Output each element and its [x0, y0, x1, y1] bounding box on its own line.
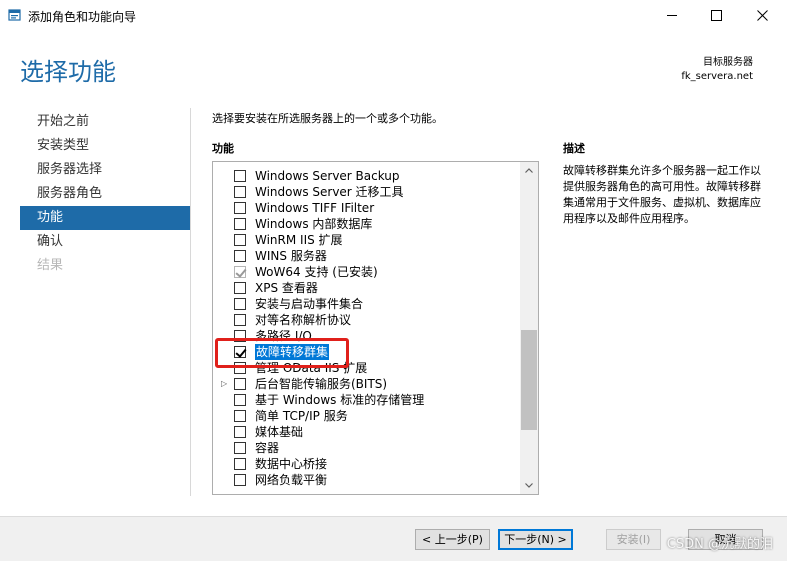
feature-checkbox[interactable] — [234, 346, 246, 358]
feature-checkbox[interactable] — [234, 234, 246, 246]
feature-checkbox[interactable] — [234, 170, 246, 182]
nav-item-server-selection[interactable]: 服务器选择 — [20, 158, 190, 182]
feature-row[interactable]: 简单 TCP/IP 服务 — [213, 408, 521, 424]
feature-checkbox[interactable] — [234, 474, 246, 486]
close-icon — [756, 10, 768, 21]
feature-row[interactable]: 安装与启动事件集合 — [213, 296, 521, 312]
feature-row[interactable]: 对等名称解析协议 — [213, 312, 521, 328]
maximize-icon — [710, 10, 722, 21]
feature-checkbox[interactable] — [234, 330, 246, 342]
feature-checkbox[interactable] — [234, 410, 246, 422]
feature-checkbox[interactable] — [234, 378, 246, 390]
description-text: 故障转移群集允许多个服务器一起工作以提供服务器角色的高可用性。故障转移群集通常用… — [563, 164, 761, 225]
feature-label: 故障转移群集 — [255, 344, 330, 360]
close-button[interactable] — [739, 0, 785, 31]
features-rows: Windows Server Backup Windows Server 迁移工具… — [213, 168, 521, 488]
feature-label: 网络负载平衡 — [255, 473, 328, 487]
minimize-button[interactable] — [649, 0, 695, 31]
previous-button[interactable]: < 上一步(P) — [415, 529, 490, 550]
feature-checkbox[interactable] — [234, 298, 246, 310]
destination-server-name: fk_servera.net — [681, 71, 753, 82]
destination-server: 目标服务器 fk_servera.net — [681, 56, 753, 84]
feature-checkbox — [234, 266, 246, 278]
feature-label: WinRM IIS 扩展 — [255, 233, 343, 247]
feature-checkbox[interactable] — [234, 314, 246, 326]
nav-item-results: 结果 — [37, 258, 64, 273]
feature-label: 容器 — [255, 441, 280, 455]
feature-label: 简单 TCP/IP 服务 — [255, 409, 348, 423]
feature-label: Windows Server 迁移工具 — [255, 185, 404, 199]
feature-row[interactable]: 基于 Windows 标准的存储管理 — [213, 392, 521, 408]
feature-label: 对等名称解析协议 — [255, 313, 352, 327]
feature-checkbox[interactable] — [234, 362, 246, 374]
feature-checkbox[interactable] — [234, 250, 246, 262]
feature-row[interactable]: WoW64 支持 (已安装) — [213, 264, 521, 280]
features-scrollbar[interactable] — [520, 162, 538, 494]
feature-checkbox[interactable] — [234, 426, 246, 438]
watermark: CSDN @沉默的泪 — [666, 537, 773, 552]
chevron-down-icon — [525, 483, 533, 488]
description-heading: 描述 — [563, 142, 585, 155]
feature-row[interactable]: 多路径 I/O — [213, 328, 521, 344]
feature-label: WoW64 支持 (已安装) — [255, 265, 378, 279]
nav-item-features[interactable]: 功能 — [20, 206, 190, 230]
feature-label: Windows 内部数据库 — [255, 217, 373, 231]
features-list[interactable]: Windows Server Backup Windows Server 迁移工具… — [212, 161, 539, 495]
destination-server-label: 目标服务器 — [703, 57, 753, 68]
title-bar: 添加角色和功能向导 — [0, 0, 787, 31]
nav-item-installation-type[interactable]: 安装类型 — [20, 134, 190, 158]
feature-label: 后台智能传输服务(BITS) — [255, 377, 388, 391]
feature-row[interactable]: WinRM IIS 扩展 — [213, 232, 521, 248]
feature-row[interactable]: 管理 OData IIS 扩展 — [213, 360, 521, 376]
feature-checkbox[interactable] — [234, 186, 246, 198]
feature-checkbox[interactable] — [234, 282, 246, 294]
scroll-down-arrow[interactable] — [520, 477, 538, 494]
feature-label: 基于 Windows 标准的存储管理 — [255, 393, 425, 407]
feature-label: Windows Server Backup — [255, 169, 400, 183]
features-heading: 功能 — [212, 142, 234, 155]
feature-label: 管理 OData IIS 扩展 — [255, 361, 368, 375]
feature-checkbox[interactable] — [234, 442, 246, 454]
feature-row[interactable]: 容器 — [213, 440, 521, 456]
feature-checkbox[interactable] — [234, 458, 246, 470]
window-title: 添加角色和功能向导 — [28, 10, 137, 24]
feature-label: 媒体基础 — [255, 425, 304, 439]
feature-checkbox[interactable] — [234, 218, 246, 230]
feature-label: 多路径 I/O — [255, 329, 312, 343]
install-button: 安装(I) — [606, 529, 661, 550]
minimize-icon — [666, 15, 677, 16]
feature-label: WINS 服务器 — [255, 249, 327, 263]
nav-item-server-roles[interactable]: 服务器角色 — [20, 182, 190, 206]
page-title: 选择功能 — [20, 58, 116, 86]
feature-label: Windows TIFF IFilter — [255, 201, 375, 215]
feature-row[interactable]: XPS 查看器 — [213, 280, 521, 296]
feature-label: XPS 查看器 — [255, 281, 318, 295]
scroll-up-arrow[interactable] — [520, 162, 538, 179]
server-manager-icon — [8, 9, 21, 21]
feature-checkbox[interactable] — [234, 202, 246, 214]
feature-row[interactable]: Windows 内部数据库 — [213, 216, 521, 232]
feature-row[interactable]: 故障转移群集 — [213, 344, 521, 360]
nav-item-confirmation[interactable]: 确认 — [20, 230, 190, 254]
nav-item-before-you-begin[interactable]: 开始之前 — [20, 110, 190, 134]
wizard-nav: 开始之前 安装类型 服务器选择 服务器角色 功能 确认 结果 — [20, 110, 190, 278]
chevron-up-icon — [525, 168, 533, 173]
feature-row[interactable]: 数据中心桥接 — [213, 456, 521, 472]
maximize-button[interactable] — [693, 0, 739, 31]
feature-row[interactable]: WINS 服务器 — [213, 248, 521, 264]
expand-arrow-icon[interactable]: ▷ — [221, 376, 227, 392]
next-button[interactable]: 下一步(N) > — [498, 529, 573, 550]
feature-label: 安装与启动事件集合 — [255, 297, 364, 311]
instruction-text: 选择要安装在所选服务器上的一个或多个功能。 — [212, 112, 443, 125]
feature-row[interactable]: ▷ 后台智能传输服务(BITS) — [213, 376, 521, 392]
feature-label: 数据中心桥接 — [255, 457, 328, 471]
scroll-thumb[interactable] — [521, 330, 537, 430]
feature-row[interactable]: 网络负载平衡 — [213, 472, 521, 488]
feature-row[interactable]: Windows Server Backup — [213, 168, 521, 184]
feature-row[interactable]: 媒体基础 — [213, 424, 521, 440]
feature-checkbox[interactable] — [234, 394, 246, 406]
feature-row[interactable]: Windows TIFF IFilter — [213, 200, 521, 216]
nav-divider — [190, 108, 191, 496]
feature-row[interactable]: Windows Server 迁移工具 — [213, 184, 521, 200]
